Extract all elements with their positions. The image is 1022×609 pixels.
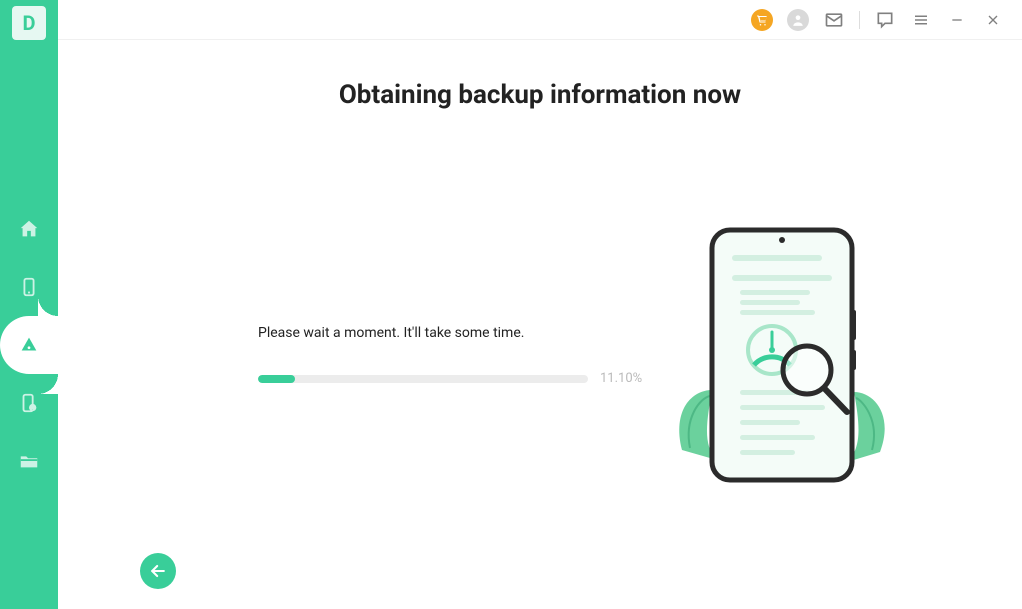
mail-button[interactable] bbox=[819, 5, 849, 35]
user-icon bbox=[787, 9, 809, 31]
cloud-icon bbox=[18, 334, 40, 356]
content: Obtaining backup information now Please … bbox=[58, 40, 1022, 609]
titlebar-divider bbox=[859, 11, 860, 29]
page-title: Obtaining backup information now bbox=[58, 80, 1022, 110]
arrow-left-icon bbox=[148, 561, 168, 581]
minimize-icon bbox=[949, 12, 965, 28]
cart-button[interactable] bbox=[747, 5, 777, 35]
main-area: Obtaining backup information now Please … bbox=[58, 0, 1022, 609]
nav-cloud-backup[interactable] bbox=[0, 316, 58, 374]
app-logo: D bbox=[12, 6, 46, 40]
home-icon bbox=[18, 218, 40, 240]
user-button[interactable] bbox=[783, 5, 813, 35]
back-button[interactable] bbox=[140, 553, 176, 589]
phone-alert-icon: ! bbox=[18, 392, 40, 414]
progress-fill bbox=[258, 375, 295, 383]
nav-home[interactable] bbox=[0, 200, 58, 258]
feedback-button[interactable] bbox=[870, 5, 900, 35]
close-icon bbox=[985, 12, 1001, 28]
folder-icon bbox=[18, 450, 40, 472]
progress-row: 11.10% bbox=[258, 371, 648, 386]
phone-outline-icon bbox=[712, 230, 852, 480]
minimize-button[interactable] bbox=[942, 5, 972, 35]
cart-icon bbox=[751, 9, 773, 31]
wait-message: Please wait a moment. It'll take some ti… bbox=[258, 325, 648, 341]
nav-folder[interactable] bbox=[0, 432, 58, 490]
progress-section: Please wait a moment. It'll take some ti… bbox=[258, 325, 648, 386]
mail-icon bbox=[824, 10, 844, 30]
close-button[interactable] bbox=[978, 5, 1008, 35]
nav-device-alert[interactable]: ! bbox=[0, 374, 58, 432]
chat-icon bbox=[875, 10, 895, 30]
menu-button[interactable] bbox=[906, 5, 936, 35]
logo-letter: D bbox=[23, 11, 36, 35]
menu-icon bbox=[912, 11, 930, 29]
progress-percent: 11.10% bbox=[600, 371, 642, 386]
phone-icon bbox=[18, 276, 40, 298]
sidebar: D ! bbox=[0, 0, 58, 609]
progress-bar bbox=[258, 375, 588, 383]
titlebar bbox=[58, 0, 1022, 40]
phone-illustration bbox=[662, 220, 902, 504]
